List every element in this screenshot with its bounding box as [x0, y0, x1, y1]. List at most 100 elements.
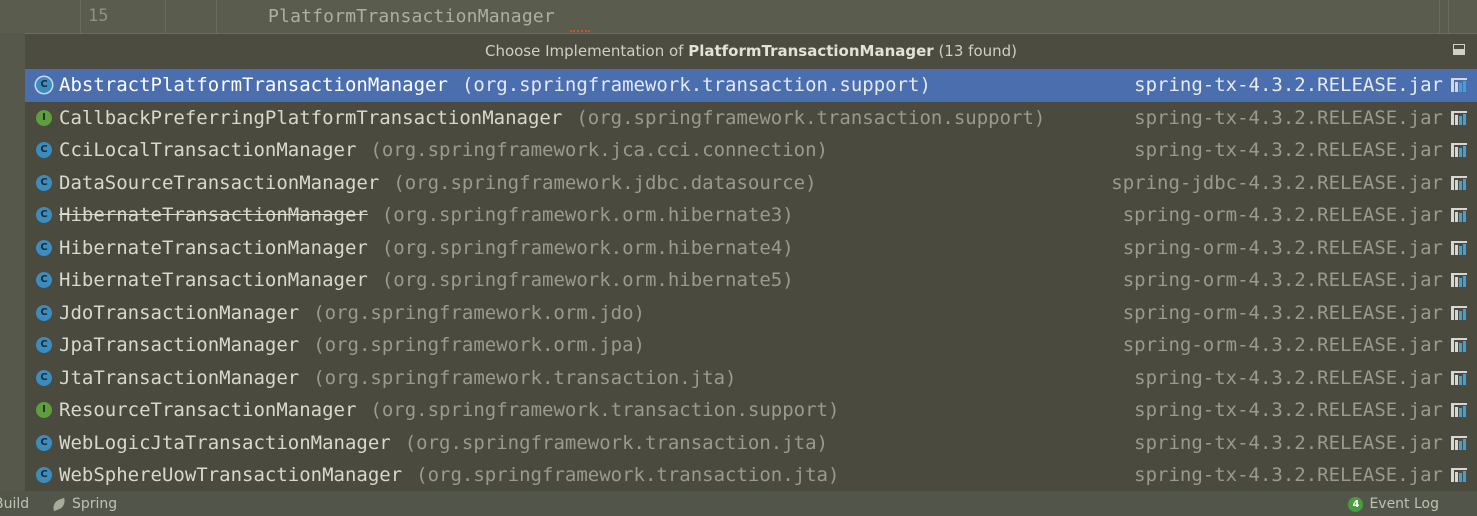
library-icon	[1451, 338, 1469, 352]
library-icon	[1451, 273, 1469, 287]
class-name: AbstractPlatformTransactionManager	[59, 74, 448, 96]
interface-icon: I	[36, 109, 52, 126]
interface-icon: I	[36, 402, 52, 418]
implementation-row[interactable]: C CciLocalTransactionManager (org.springfr…	[25, 134, 1477, 167]
implementation-row[interactable]: C WebLogicJtaTransactionManager (org.sprin…	[25, 427, 1477, 460]
code-line[interactable]: PlatformTransactionManager	[268, 6, 555, 27]
jar-name: spring-tx-4.3.2.RELEASE.jar	[1134, 464, 1443, 486]
package-name: (org.springframework.jca.cci.connection)	[370, 139, 828, 161]
event-count-badge: 4	[1348, 496, 1364, 512]
jar-name: spring-jdbc-4.3.2.RELEASE.jar	[1111, 171, 1443, 194]
package-name: (org.springframework.transaction.support…	[370, 399, 840, 421]
implementation-name: WebLogicJtaTransactionManager (org.spring…	[59, 427, 828, 460]
spring-leaf-icon	[50, 497, 68, 511]
class-name: WebSphereUowTransactionManager	[59, 464, 403, 486]
class-name: HibernateTransactionManager	[59, 204, 368, 226]
jar-name: spring-orm-4.3.2.RELEASE.jar	[1122, 269, 1443, 291]
jar-name: spring-tx-4.3.2.RELEASE.jar	[1134, 139, 1443, 161]
library-icon	[1451, 435, 1469, 450]
editor-scrollbar[interactable]	[1439, 0, 1449, 33]
implementation-list: C AbstractPlatformTransactionManager (org.…	[25, 69, 1477, 492]
implementation-row[interactable]: I ResourceTransactionManager (org.springfr…	[25, 394, 1477, 427]
spring-tool-window-button[interactable]: Spring	[50, 496, 118, 512]
class-icon: C	[36, 272, 52, 288]
implementation-row[interactable]: C DataSourceTransactionManager (org.spring…	[25, 167, 1477, 200]
implementation-row[interactable]: C HibernateTransactionManager (org.springf…	[25, 264, 1477, 297]
jar-name: spring-tx-4.3.2.RELEASE.jar	[1134, 399, 1443, 421]
choose-implementation-popup: Choose Implementation of PlatformTransac…	[25, 33, 1477, 492]
implementation-name: JtaTransactionManager (org.springframewor…	[59, 362, 736, 395]
class-icon: C	[36, 337, 52, 353]
class-name: JpaTransactionManager	[59, 334, 300, 356]
class-icon: C	[36, 369, 52, 386]
implementation-name: CallbackPreferringPlatformTransactionMan…	[59, 102, 1045, 135]
class-name: DataSourceTransactionManager	[59, 171, 380, 194]
library-icon	[1451, 305, 1469, 320]
package-name: (org.springframework.transaction.support…	[461, 74, 931, 96]
class-name: JdoTransactionManager	[59, 301, 300, 324]
popup-title-interface: PlatformTransactionManager	[688, 42, 934, 60]
implementation-name: ResourceTransactionManager (org.springfra…	[59, 394, 839, 427]
jar-name: spring-tx-4.3.2.RELEASE.jar	[1134, 106, 1443, 129]
implementation-name: WebSphereUowTransactionManager (org.sprin…	[59, 459, 839, 492]
popup-title: Choose Implementation of PlatformTransac…	[25, 34, 1477, 68]
package-name: (org.springframework.transaction.jta)	[416, 464, 840, 486]
library-icon	[1451, 110, 1469, 125]
error-squiggle	[570, 27, 590, 32]
implementation-row[interactable]: C AbstractPlatformTransactionManager (org.…	[25, 69, 1477, 102]
library-icon	[1451, 143, 1469, 157]
class-icon: C	[36, 207, 52, 223]
class-icon: C	[36, 304, 52, 321]
implementation-row[interactable]: C HibernateTransactionManager (org.springf…	[25, 232, 1477, 265]
implementation-name: JpaTransactionManager (org.springframewor…	[59, 329, 645, 362]
package-name: (org.springframework.orm.jdo)	[313, 301, 645, 324]
implementation-row[interactable]: I CallbackPreferringPlatformTransactionMa…	[25, 102, 1477, 135]
class-icon: C	[36, 142, 52, 158]
class-name: JtaTransactionManager	[59, 366, 300, 389]
package-name: (org.springframework.transaction.jta)	[404, 431, 828, 454]
class-name: CallbackPreferringPlatformTransactionMan…	[59, 106, 563, 129]
implementation-name: CciLocalTransactionManager (org.springfra…	[59, 134, 828, 167]
library-icon	[1451, 240, 1469, 255]
class-icon: C	[36, 174, 52, 191]
library-icon	[1451, 370, 1469, 385]
implementation-name: HibernateTransactionManager (org.springfr…	[59, 264, 794, 297]
implementation-row[interactable]: C JpaTransactionManager (org.springframewo…	[25, 329, 1477, 362]
build-tool-window-button[interactable]: Build	[0, 496, 29, 512]
editor-gutter-markers	[164, 0, 217, 33]
class-name: HibernateTransactionManager	[59, 269, 368, 291]
implementation-row[interactable]: C HibernateTransactionManager (org.springf…	[25, 199, 1477, 232]
library-icon	[1451, 208, 1469, 222]
implementation-row[interactable]: C JtaTransactionManager (org.springframewo…	[25, 362, 1477, 395]
implementation-row[interactable]: C JdoTransactionManager (org.springframewo…	[25, 297, 1477, 330]
implementation-name: JdoTransactionManager (org.springframewor…	[59, 297, 645, 330]
library-icon	[1451, 403, 1469, 417]
library-icon	[1451, 78, 1469, 92]
jar-name: spring-tx-4.3.2.RELEASE.jar	[1134, 74, 1443, 96]
jar-name: spring-orm-4.3.2.RELEASE.jar	[1122, 204, 1443, 226]
library-icon	[1451, 175, 1469, 190]
jar-name: spring-tx-4.3.2.RELEASE.jar	[1134, 366, 1443, 389]
open-in-window-icon[interactable]	[1453, 44, 1465, 55]
class-name: WebLogicJtaTransactionManager	[59, 431, 391, 454]
package-name: (org.springframework.orm.hibernate3)	[381, 204, 794, 226]
class-icon: C	[36, 239, 52, 256]
jar-name: spring-tx-4.3.2.RELEASE.jar	[1134, 431, 1443, 454]
package-name: (org.springframework.orm.jpa)	[313, 334, 645, 356]
jar-name: spring-orm-4.3.2.RELEASE.jar	[1122, 236, 1443, 259]
implementation-name: HibernateTransactionManager (org.springfr…	[59, 199, 794, 232]
package-name: (org.springframework.orm.hibernate5)	[381, 269, 794, 291]
spring-label: Spring	[72, 496, 118, 512]
popup-title-prefix: Choose Implementation of	[484, 42, 689, 60]
class-icon: C	[36, 434, 52, 451]
editor-area: 15 PlatformTransactionManager	[0, 0, 1477, 33]
implementation-name: AbstractPlatformTransactionManager (org.s…	[59, 69, 931, 102]
implementation-row[interactable]: C WebSphereUowTransactionManager (org.spri…	[25, 459, 1477, 492]
package-name: (org.springframework.transaction.jta)	[313, 366, 737, 389]
package-name: (org.springframework.orm.hibernate4)	[381, 236, 794, 259]
implementation-name: HibernateTransactionManager (org.springfr…	[59, 232, 794, 265]
class-name: ResourceTransactionManager	[59, 399, 357, 421]
package-name: (org.springframework.transaction.support…	[576, 106, 1046, 129]
event-log-button[interactable]: 4 Event Log	[1348, 496, 1439, 512]
class-icon: C	[36, 77, 52, 93]
